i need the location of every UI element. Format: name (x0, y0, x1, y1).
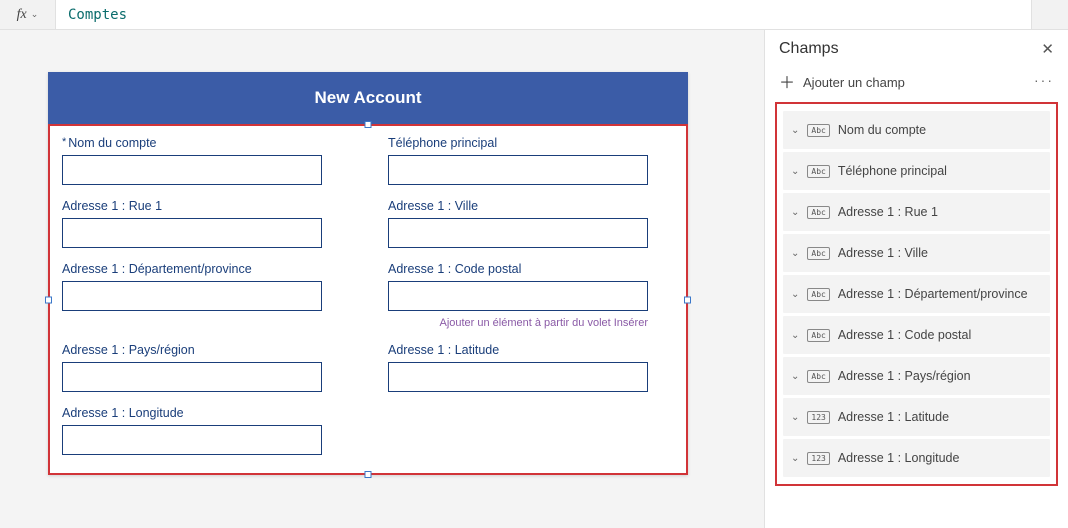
field-input[interactable] (388, 362, 648, 392)
resize-handle-top[interactable] (365, 121, 372, 128)
type-badge: Abc (807, 329, 829, 342)
formula-input[interactable]: Comptes (56, 0, 1032, 29)
field-row-label: Adresse 1 : Pays/région (838, 369, 971, 383)
field-label: Adresse 1 : Pays/région (62, 343, 348, 358)
field-row-label: Adresse 1 : Ville (838, 246, 928, 260)
field-row-label: Adresse 1 : Code postal (838, 328, 971, 342)
resize-handle-right[interactable] (684, 296, 691, 303)
form-canvas[interactable]: New Account *Nom du compte Téléphone pri… (48, 72, 688, 475)
panel-actions: ＋ Ajouter un champ ··· (765, 64, 1068, 102)
field-row[interactable]: ⌄ Abc Nom du compte (783, 111, 1050, 149)
field-input[interactable] (388, 155, 648, 185)
field-row-label: Adresse 1 : Département/province (838, 287, 1028, 301)
field-card[interactable]: Adresse 1 : Pays/région (62, 343, 348, 392)
field-label: Adresse 1 : Latitude (388, 343, 674, 358)
field-row[interactable]: ⌄ 123 Adresse 1 : Latitude (783, 398, 1050, 436)
field-row-label: Adresse 1 : Longitude (838, 451, 960, 465)
more-icon[interactable]: ··· (1034, 72, 1054, 88)
add-field-button[interactable]: ＋ Ajouter un champ (779, 68, 905, 92)
field-row[interactable]: ⌄ Abc Adresse 1 : Département/province (783, 275, 1050, 313)
field-label: Adresse 1 : Rue 1 (62, 199, 348, 214)
field-label: *Nom du compte (62, 136, 348, 151)
type-badge: Abc (807, 165, 829, 178)
panel-title: Champs (779, 40, 839, 58)
field-row[interactable]: ⌄ Abc Adresse 1 : Pays/région (783, 357, 1050, 395)
field-input[interactable] (62, 425, 322, 455)
resize-handle-bottom[interactable] (365, 471, 372, 478)
insert-hint: Ajouter un élément à partir du volet Ins… (388, 317, 648, 329)
field-input[interactable] (62, 218, 322, 248)
field-row-label: Nom du compte (838, 123, 926, 137)
field-input[interactable] (388, 281, 648, 311)
resize-handle-left[interactable] (45, 296, 52, 303)
fields-panel: Champs ✕ ＋ Ajouter un champ ··· ⌄ Abc Nom… (764, 30, 1068, 528)
form-title: New Account (314, 88, 421, 108)
type-badge: Abc (807, 124, 829, 137)
fx-button[interactable]: fx ⌄ (0, 0, 56, 29)
formula-bar-tail (1032, 0, 1068, 29)
field-card[interactable]: Adresse 1 : Département/province (62, 262, 348, 329)
field-card[interactable]: Adresse 1 : Ville (388, 199, 674, 248)
type-badge: Abc (807, 206, 829, 219)
field-row-label: Adresse 1 : Latitude (838, 410, 949, 424)
field-label: Adresse 1 : Département/province (62, 262, 348, 277)
chevron-down-icon: ⌄ (31, 9, 39, 20)
field-row-label: Adresse 1 : Rue 1 (838, 205, 938, 219)
plus-icon: ＋ (779, 75, 795, 92)
field-label: Adresse 1 : Ville (388, 199, 674, 214)
field-row[interactable]: ⌄ Abc Adresse 1 : Ville (783, 234, 1050, 272)
form-title-bar: New Account (48, 72, 688, 124)
field-card[interactable]: Adresse 1 : Code postal Ajouter un éléme… (388, 262, 674, 329)
chevron-down-icon: ⌄ (791, 289, 799, 300)
form-grid: *Nom du compte Téléphone principal Adres… (50, 126, 686, 473)
fx-icon: fx (17, 7, 27, 23)
chevron-down-icon: ⌄ (791, 412, 799, 423)
panel-header: Champs ✕ (765, 30, 1068, 64)
field-input[interactable] (62, 362, 322, 392)
field-card[interactable]: Téléphone principal (388, 136, 674, 185)
field-label: Adresse 1 : Code postal (388, 262, 674, 277)
field-input[interactable] (62, 155, 322, 185)
field-input[interactable] (388, 218, 648, 248)
chevron-down-icon: ⌄ (791, 371, 799, 382)
chevron-down-icon: ⌄ (791, 125, 799, 136)
formula-bar: fx ⌄ Comptes (0, 0, 1068, 30)
type-badge: Abc (807, 370, 829, 383)
field-row[interactable]: ⌄ Abc Téléphone principal (783, 152, 1050, 190)
field-label: Adresse 1 : Longitude (62, 406, 348, 421)
type-badge: 123 (807, 411, 829, 424)
field-row[interactable]: ⌄ Abc Adresse 1 : Code postal (783, 316, 1050, 354)
field-card[interactable]: *Nom du compte (62, 136, 348, 185)
chevron-down-icon: ⌄ (791, 330, 799, 341)
field-card[interactable]: Adresse 1 : Latitude (388, 343, 674, 392)
chevron-down-icon: ⌄ (791, 453, 799, 464)
close-icon[interactable]: ✕ (1041, 40, 1054, 58)
formula-value: Comptes (68, 7, 127, 23)
required-star: * (62, 136, 66, 148)
field-row-label: Téléphone principal (838, 164, 947, 178)
field-label: Téléphone principal (388, 136, 674, 151)
field-card[interactable]: Adresse 1 : Longitude (62, 406, 348, 455)
fields-list: ⌄ Abc Nom du compte ⌄ Abc Téléphone prin… (775, 102, 1058, 486)
work-area: New Account *Nom du compte Téléphone pri… (0, 30, 1068, 528)
type-badge: Abc (807, 288, 829, 301)
chevron-down-icon: ⌄ (791, 166, 799, 177)
type-badge: 123 (807, 452, 829, 465)
form-selection[interactable]: *Nom du compte Téléphone principal Adres… (48, 124, 688, 475)
field-row[interactable]: ⌄ Abc Adresse 1 : Rue 1 (783, 193, 1050, 231)
field-card[interactable]: Adresse 1 : Rue 1 (62, 199, 348, 248)
field-row[interactable]: ⌄ 123 Adresse 1 : Longitude (783, 439, 1050, 477)
add-field-label: Ajouter un champ (803, 75, 905, 90)
chevron-down-icon: ⌄ (791, 207, 799, 218)
field-input[interactable] (62, 281, 322, 311)
chevron-down-icon: ⌄ (791, 248, 799, 259)
type-badge: Abc (807, 247, 829, 260)
